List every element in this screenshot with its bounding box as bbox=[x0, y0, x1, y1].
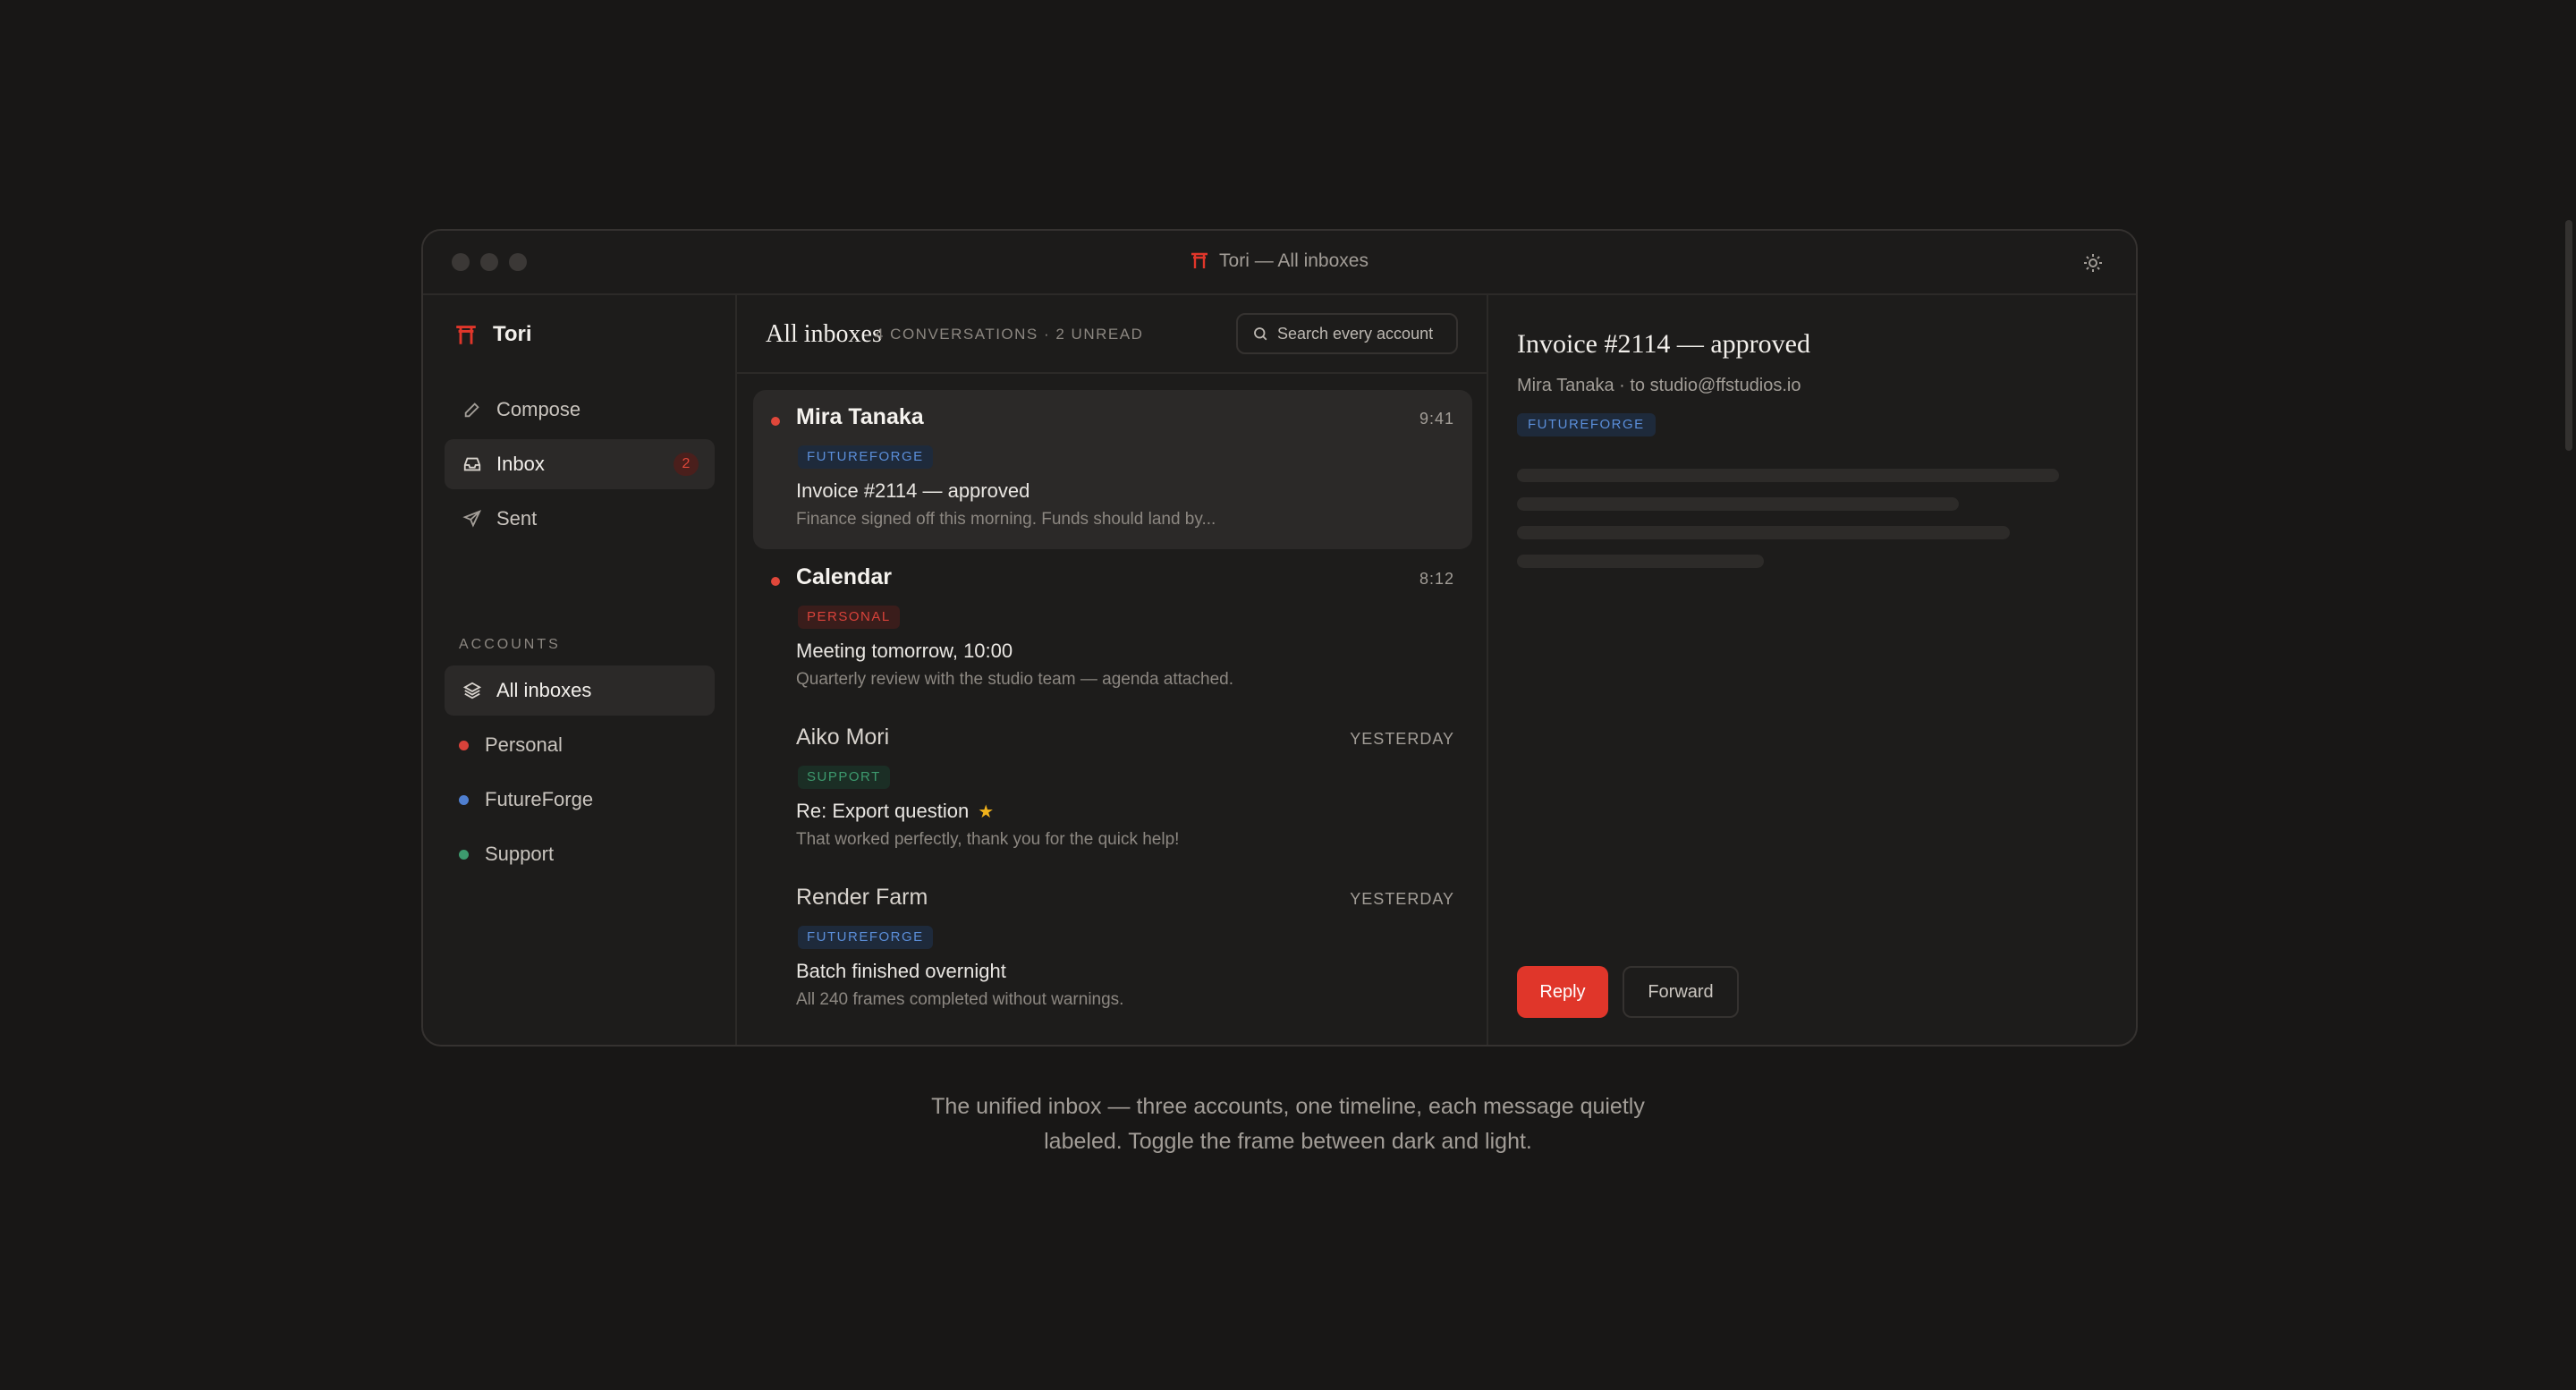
sidebar-item-inbox[interactable]: Inbox 2 bbox=[445, 439, 715, 489]
message-time: 9:41 bbox=[1419, 410, 1454, 428]
account-tag: SUPPORT bbox=[798, 766, 890, 789]
message-row-aiko-mori[interactable]: Aiko Mori YESTERDAY SUPPORT Re: Export q… bbox=[753, 710, 1472, 869]
caption-line: labeled. Toggle the frame between dark a… bbox=[1044, 1129, 1532, 1154]
account-tag: FUTUREFORGE bbox=[798, 926, 933, 949]
message-list: All inboxes 4 CONVERSATIONS · 2 UNREAD S… bbox=[737, 295, 1488, 1045]
unread-dot bbox=[771, 417, 780, 426]
reading-pane: Invoice #2114 — approved Mira Tanaka · t… bbox=[1488, 295, 2136, 1045]
search-label: Search every account bbox=[1277, 324, 1434, 343]
sidebar-item-label: Compose bbox=[496, 398, 581, 420]
reader-account-tag: FUTUREFORGE bbox=[1517, 413, 1656, 436]
account-label: All inboxes bbox=[496, 679, 592, 701]
message-sender: Render Farm bbox=[796, 885, 928, 910]
list-header: All inboxes 4 CONVERSATIONS · 2 UNREAD S… bbox=[737, 295, 1487, 374]
brand: Tori bbox=[455, 322, 532, 347]
message-subject: Invoice #2114 — approved bbox=[796, 479, 1030, 502]
sidebar-item-sent[interactable]: Sent bbox=[445, 494, 715, 544]
unread-count-badge: 2 bbox=[674, 453, 699, 476]
account-tag: FUTUREFORGE bbox=[798, 445, 933, 469]
theme-toggle-sun-icon[interactable] bbox=[2082, 252, 2104, 274]
app-window: Tori — All inboxes Tori Compose Inbox 2 … bbox=[421, 229, 2138, 1047]
account-color-dot bbox=[459, 794, 469, 805]
account-label: Support bbox=[485, 843, 555, 865]
body-skeleton-line bbox=[1517, 555, 1764, 568]
message-preview: Quarterly review with the studio team — … bbox=[796, 670, 1233, 689]
torii-logo-icon bbox=[456, 326, 476, 344]
caption: The unified inbox — three accounts, one … bbox=[0, 1089, 2576, 1159]
message-sender: Calendar bbox=[796, 564, 892, 589]
layers-icon bbox=[462, 682, 482, 699]
account-item-personal[interactable]: Personal bbox=[445, 720, 715, 770]
message-preview: Finance signed off this morning. Funds s… bbox=[796, 510, 1216, 529]
accounts-heading: ACCOUNTS bbox=[459, 637, 561, 652]
message-subject: Batch finished overnight bbox=[796, 960, 1006, 982]
forward-button[interactable]: Forward bbox=[1623, 966, 1739, 1018]
message-time: 8:12 bbox=[1419, 570, 1454, 588]
send-icon bbox=[462, 510, 482, 528]
caption-line: The unified inbox — three accounts, one … bbox=[931, 1094, 1645, 1119]
body-skeleton-line bbox=[1517, 526, 2010, 539]
star-icon[interactable]: ★ bbox=[978, 802, 994, 822]
search-icon bbox=[1254, 327, 1267, 341]
account-color-dot bbox=[459, 849, 469, 860]
message-subject: Meeting tomorrow, 10:00 bbox=[796, 640, 1013, 662]
list-meta: 4 CONVERSATIONS · 2 UNREAD bbox=[875, 326, 1144, 343]
pencil-icon bbox=[464, 403, 479, 418]
list-title: All inboxes bbox=[766, 320, 882, 348]
account-label: FutureForge bbox=[485, 788, 594, 810]
message-time: YESTERDAY bbox=[1350, 890, 1454, 908]
sidebar-item-label: Sent bbox=[496, 507, 538, 530]
message-time: YESTERDAY bbox=[1350, 730, 1454, 748]
account-tag: PERSONAL bbox=[798, 606, 900, 629]
account-item-support[interactable]: Support bbox=[445, 829, 715, 879]
search-button[interactable]: Search every account bbox=[1236, 313, 1458, 354]
inbox-icon bbox=[463, 457, 481, 471]
body-skeleton-line bbox=[1517, 497, 1959, 511]
message-preview: That worked perfectly, thank you for the… bbox=[796, 830, 1180, 849]
message-row-calendar[interactable]: Calendar 8:12 PERSONAL Meeting tomorrow,… bbox=[753, 550, 1472, 709]
sidebar: Tori Compose Inbox 2 Sent ACCOUNTS All i… bbox=[423, 295, 737, 1045]
account-color-dot bbox=[459, 740, 469, 750]
title-bar: Tori — All inboxes bbox=[423, 231, 2136, 295]
account-item-futureforge[interactable]: FutureForge bbox=[445, 775, 715, 825]
message-preview: All 240 frames completed without warning… bbox=[796, 990, 1124, 1009]
torii-icon bbox=[1191, 251, 1208, 275]
window-title-text: Tori — All inboxes bbox=[1219, 250, 1368, 271]
message-sender: Aiko Mori bbox=[796, 725, 890, 750]
message-row-render-farm[interactable]: Render Farm YESTERDAY FUTUREFORGE Batch … bbox=[753, 870, 1472, 1030]
account-label: Personal bbox=[485, 733, 563, 756]
account-item-all-inboxes[interactable]: All inboxes bbox=[445, 665, 715, 716]
message-row-mira-tanaka[interactable]: Mira Tanaka 9:41 FUTUREFORGE Invoice #21… bbox=[753, 390, 1472, 549]
page-scrollbar[interactable] bbox=[2565, 220, 2572, 451]
message-subject: Re: Export question ★ bbox=[796, 800, 994, 823]
brand-name: Tori bbox=[493, 322, 532, 346]
sidebar-item-label: Inbox bbox=[496, 453, 545, 475]
body-skeleton-line bbox=[1517, 469, 2059, 482]
reply-button[interactable]: Reply bbox=[1517, 966, 1608, 1018]
unread-dot bbox=[771, 577, 780, 586]
reader-subject: Invoice #2114 — approved bbox=[1517, 329, 1810, 359]
reader-from: Mira Tanaka · to studio@ffstudios.io bbox=[1517, 376, 1801, 395]
message-subject-text: Re: Export question bbox=[796, 800, 970, 822]
window-title: Tori — All inboxes bbox=[423, 250, 2136, 275]
sidebar-item-compose[interactable]: Compose bbox=[445, 385, 715, 435]
message-sender: Mira Tanaka bbox=[796, 404, 924, 429]
